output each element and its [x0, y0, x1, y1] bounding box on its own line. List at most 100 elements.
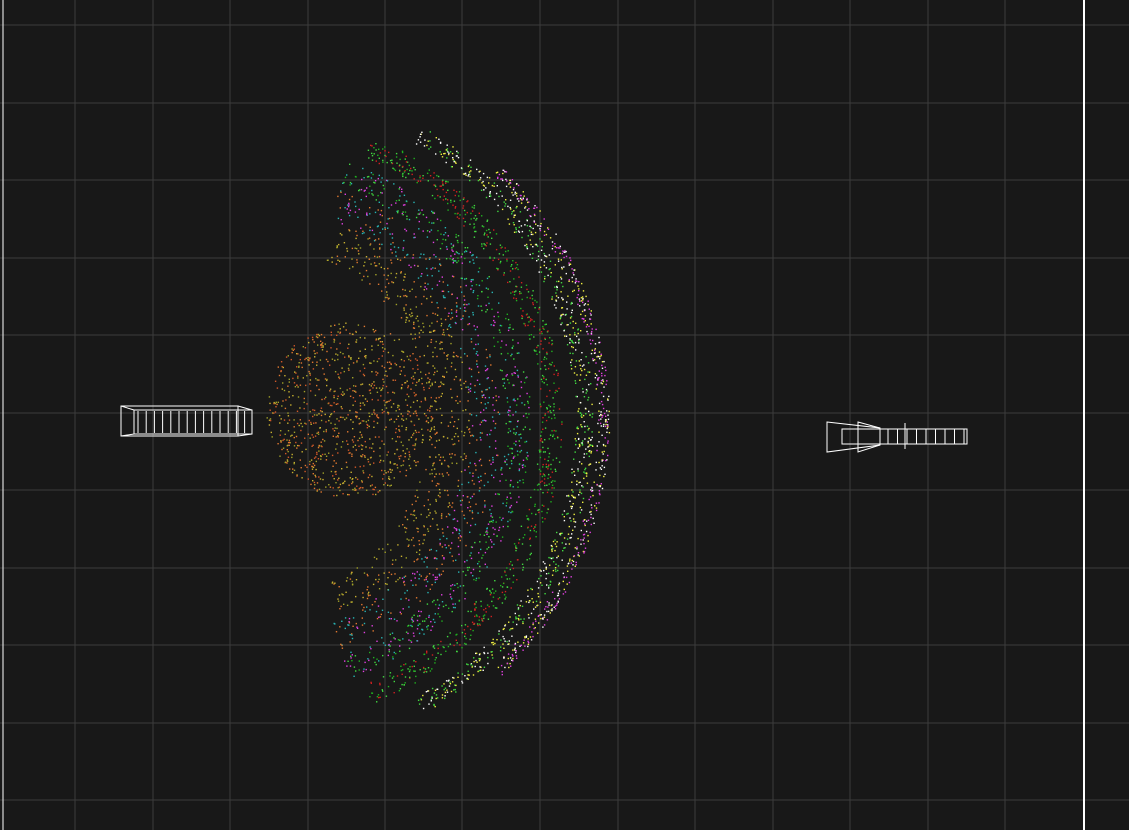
cloud-point: [286, 459, 289, 461]
cloud-point: [372, 328, 374, 331]
cloud-point: [512, 486, 514, 488]
cloud-point: [526, 247, 529, 250]
cloud-point: [393, 618, 396, 620]
cloud-point: [415, 517, 417, 519]
cloud-point: [467, 391, 470, 394]
cloud-point: [352, 377, 354, 379]
cloud-point: [461, 499, 463, 501]
cloud-point: [564, 249, 566, 252]
cloud-point: [480, 402, 482, 404]
cloud-point: [502, 643, 504, 645]
cloud-point: [469, 383, 472, 385]
cloud-point: [432, 267, 434, 269]
cloud-point: [462, 315, 464, 317]
cloud-point: [441, 694, 444, 696]
cloud-point: [509, 406, 511, 408]
cloud-point: [493, 543, 495, 545]
cloud-point: [338, 486, 340, 488]
cloud-point: [434, 433, 436, 435]
cloud-point: [373, 248, 375, 250]
3d-viewport[interactable]: [0, 0, 1129, 830]
cloud-point: [515, 545, 517, 547]
cloud-point: [335, 631, 338, 633]
cloud-point: [492, 456, 494, 459]
cloud-point: [553, 414, 555, 416]
cloud-point: [570, 315, 573, 318]
cloud-point: [293, 431, 296, 433]
cloud-point: [467, 496, 469, 498]
cloud-point: [490, 520, 492, 523]
cloud-point: [522, 191, 524, 193]
cloud-point: [553, 606, 555, 608]
cloud-point: [444, 318, 447, 321]
cloud-point: [537, 344, 539, 347]
cloud-point: [427, 667, 430, 669]
cloud-point: [399, 650, 401, 652]
cloud-point: [419, 136, 421, 138]
camera-frustum-right[interactable]: [826, 421, 968, 453]
cloud-point: [383, 335, 385, 337]
cloud-point: [575, 395, 577, 398]
cloud-point: [488, 302, 490, 305]
cloud-point: [512, 567, 515, 570]
cloud-point: [425, 671, 428, 673]
cloud-point: [402, 669, 404, 671]
cloud-point: [568, 280, 570, 282]
cloud-point: [412, 368, 414, 370]
cloud-point: [566, 308, 568, 310]
cloud-point: [383, 268, 386, 270]
cloud-point: [412, 382, 414, 384]
cloud-point: [591, 413, 594, 415]
cloud-point: [389, 672, 392, 674]
cloud-point: [485, 229, 488, 232]
cloud-point: [367, 658, 369, 660]
cloud-point: [479, 423, 481, 426]
cloud-point: [498, 173, 501, 176]
cloud-point: [576, 548, 578, 550]
cloud-point: [439, 348, 441, 350]
cloud-point: [544, 593, 546, 595]
cloud-point: [339, 232, 342, 235]
camera-frustum-left[interactable]: [120, 405, 253, 437]
cloud-point: [483, 419, 486, 421]
cloud-point: [461, 673, 464, 675]
cloud-point: [412, 254, 415, 256]
cloud-point: [380, 181, 382, 183]
cloud-point: [529, 544, 532, 547]
cloud-point: [527, 645, 529, 648]
cloud-point: [456, 642, 458, 644]
cloud-point: [519, 211, 522, 213]
cloud-point: [363, 668, 365, 670]
cloud-point: [455, 639, 457, 641]
cloud-point: [560, 446, 562, 448]
cloud-point: [408, 395, 410, 398]
cloud-point: [473, 348, 475, 350]
cloud-point: [587, 540, 589, 542]
cloud-point: [413, 448, 416, 450]
cloud-point: [301, 451, 303, 453]
cloud-point: [439, 544, 441, 546]
cloud-point: [509, 324, 511, 326]
cloud-point: [473, 262, 475, 264]
cloud-point: [482, 394, 485, 396]
cloud-point: [335, 482, 337, 484]
cloud-point: [375, 149, 377, 151]
cloud-point: [584, 523, 586, 525]
cloud-point: [401, 384, 403, 386]
scene-canvas[interactable]: [0, 0, 1129, 830]
cloud-point: [301, 366, 303, 369]
cloud-point: [581, 413, 583, 416]
cloud-point: [299, 407, 301, 409]
cloud-point: [388, 367, 391, 370]
cloud-point: [426, 516, 428, 518]
cloud-point: [401, 566, 403, 569]
cloud-point: [445, 604, 447, 606]
cloud-point: [598, 341, 600, 344]
cloud-point: [408, 164, 410, 167]
cloud-point: [540, 488, 542, 490]
cloud-point: [451, 247, 453, 249]
cloud-point: [472, 311, 474, 314]
cloud-point: [526, 197, 528, 200]
cloud-point: [568, 562, 570, 564]
cloud-point: [508, 409, 510, 412]
